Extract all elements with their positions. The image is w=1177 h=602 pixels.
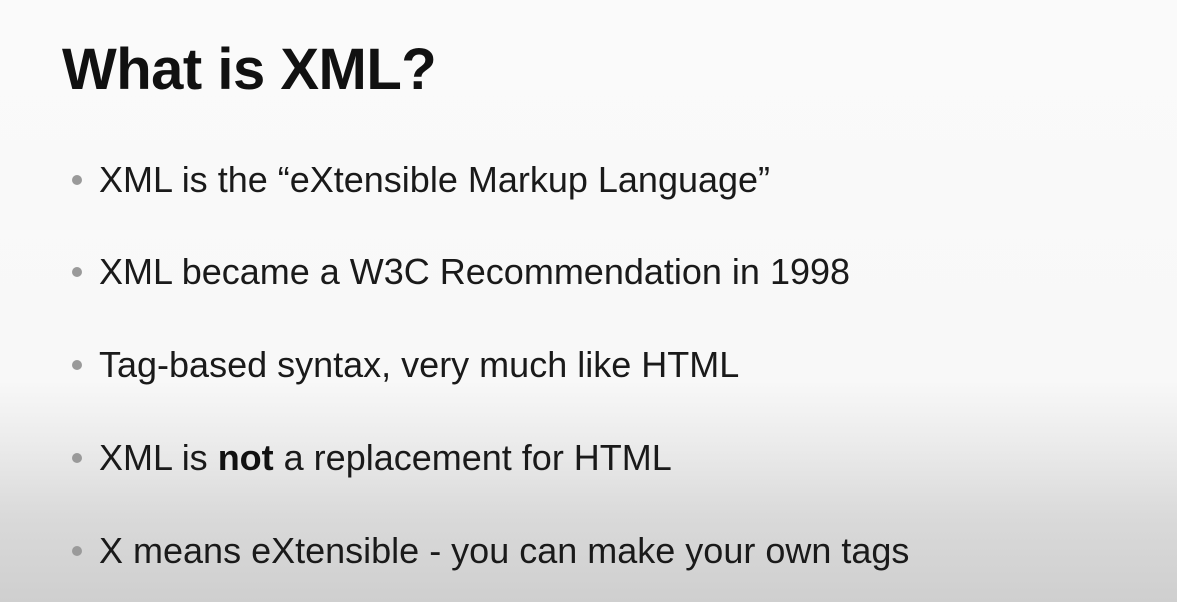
bullet-item: XML is the “eXtensible Markup Language” [72,160,770,200]
bullet-text-after: a replacement for HTML [273,437,672,478]
bullet-text-emphasis: not [217,437,274,478]
slide-title: What is XML? [62,37,437,102]
bullet-text-before: XML is [99,437,218,478]
bullet-item: Tag-based syntax, very much like HTML [72,345,739,385]
bullet-dot-icon [72,267,82,277]
bullet-item: XML became a W3C Recommendation in 1998 [72,252,850,292]
bullet-text: XML became a W3C Recommendation in 1998 [99,251,851,292]
bullet-item: X means eXtensible - you can make your o… [72,531,909,571]
bullet-dot-icon [72,546,82,556]
bullet-item: XML is not a replacement for HTML [72,438,672,478]
slide: What is XML? XML is the “eXtensible Mark… [0,0,1177,602]
bullet-dot-icon [72,360,82,370]
bullet-text: X means eXtensible - you can make your o… [99,530,910,571]
bullet-text: Tag-based syntax, very much like HTML [99,344,740,385]
bullet-dot-icon [72,175,82,185]
bullet-text: XML is not a replacement for HTML [99,438,672,478]
bullet-dot-icon [72,453,82,463]
bullet-text: XML is the “eXtensible Markup Language” [99,159,771,200]
